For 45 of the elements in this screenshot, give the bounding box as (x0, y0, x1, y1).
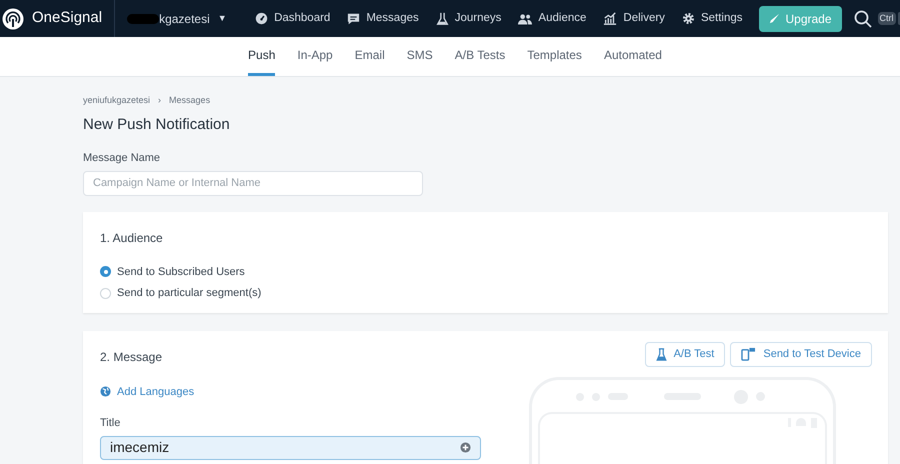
field-label: Title (100, 416, 120, 431)
add-languages-link[interactable]: Add Languages (100, 384, 194, 400)
app-selector[interactable]: kgazetesi ▼ (159, 10, 227, 28)
nav-link[interactable]: Settings (682, 10, 742, 28)
breadcrumb-link[interactable]: yeniufukgazetesi (83, 94, 150, 108)
nav-link[interactable]: Messages (347, 10, 419, 28)
page-title: New Push Notification (83, 114, 231, 134)
search-icon[interactable] (854, 10, 872, 28)
tab[interactable]: Email (354, 37, 385, 76)
plus-icon[interactable] (460, 442, 471, 453)
people-icon (518, 12, 532, 24)
tab[interactable]: In-App (297, 37, 333, 76)
gauge-icon (255, 12, 268, 25)
flask-icon (656, 348, 667, 360)
radio-option[interactable]: Send to Subscribed Users (100, 264, 871, 280)
nav-link[interactable]: Journeys (436, 10, 502, 28)
radio-option[interactable]: Send to particular segment(s) (100, 285, 871, 302)
ab-test-button[interactable]: A/B Test (644, 342, 726, 366)
breadcrumb-link[interactable]: Messages (169, 94, 210, 108)
rocket-icon (768, 13, 780, 24)
nav-link[interactable]: Audience (518, 10, 586, 28)
tab[interactable]: Templates (527, 37, 582, 76)
send-test-button[interactable]: Send to Test Device (730, 342, 872, 366)
chat-icon (347, 12, 360, 24)
settings-icon (682, 12, 695, 25)
tab[interactable]: Automated (604, 37, 662, 76)
section-title: 2. Message (100, 348, 162, 366)
flask-icon (436, 12, 449, 25)
globe-icon (100, 386, 111, 398)
redaction-mark (127, 14, 160, 24)
input-field[interactable]: imecemiz (100, 436, 481, 460)
shortcut-key: Ctrl (878, 12, 896, 25)
nav-link[interactable]: Delivery (603, 10, 665, 28)
radio-button[interactable] (100, 266, 111, 278)
section-title: 1. Audience (100, 230, 164, 246)
tab[interactable]: Push (248, 37, 276, 76)
brand-name: OneSignal (32, 8, 102, 28)
field-label: Message Name (83, 151, 162, 166)
breadcrumb-separator: › (158, 94, 162, 107)
tab[interactable]: A/B Tests (454, 37, 506, 76)
input-field[interactable]: Campaign Name or Internal Name (83, 170, 423, 196)
device-icon (741, 347, 756, 361)
chart-icon (603, 12, 618, 25)
nav-link[interactable]: Dashboard (255, 10, 330, 28)
tab[interactable]: SMS (406, 37, 433, 76)
